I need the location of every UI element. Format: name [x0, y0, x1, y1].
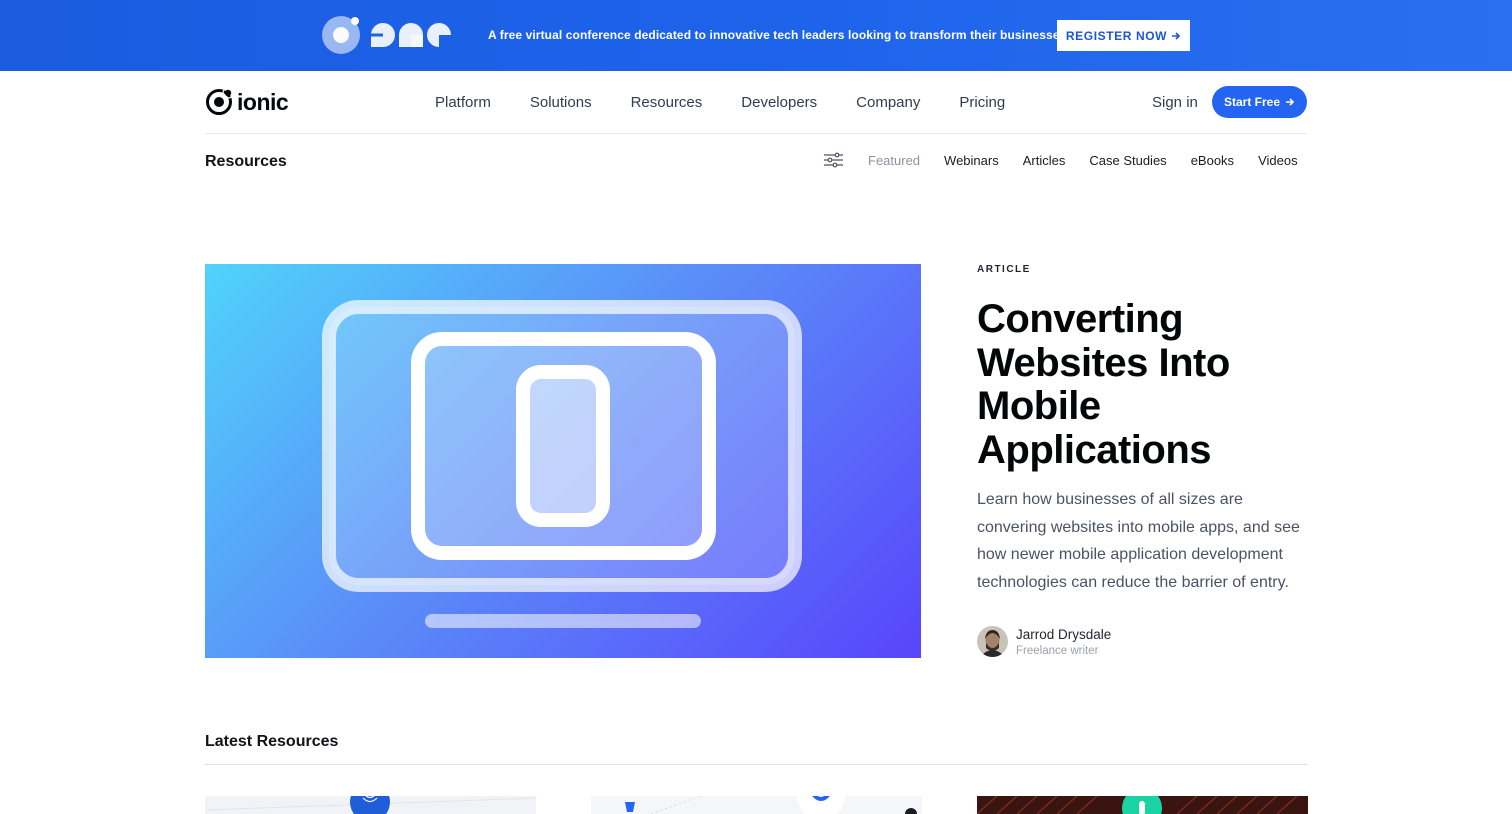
register-now-button[interactable]: REGISTER NOW	[1057, 20, 1190, 51]
arrow-right-icon	[1172, 31, 1181, 40]
sliders-icon[interactable]	[824, 152, 843, 168]
filter-videos[interactable]: Videos	[1258, 153, 1298, 168]
nav-link-pricing[interactable]: Pricing	[959, 94, 1005, 111]
nav-link-resources[interactable]: Resources	[631, 94, 703, 111]
resource-card[interactable]	[977, 796, 1308, 814]
resource-card[interactable]	[591, 796, 922, 814]
latest-resources-title: Latest Resources	[205, 733, 339, 750]
main-nav: ionic Platform Solutions Resources Devel…	[205, 71, 1307, 134]
register-now-label: REGISTER NOW	[1065, 28, 1168, 43]
author-role: Freelance writer	[1016, 645, 1099, 657]
conference-logo-icon	[322, 16, 451, 54]
nav-link-solutions[interactable]: Solutions	[530, 94, 592, 111]
logo-text: ionic	[237, 88, 289, 115]
divider	[205, 764, 1307, 765]
nav-links: Platform Solutions Resources Developers …	[435, 94, 1044, 111]
ionic-logo[interactable]: ionic	[205, 88, 289, 116]
card-thumbnail-icon	[625, 796, 917, 814]
start-free-button[interactable]: Start Free	[1212, 86, 1307, 118]
ionic-logo-icon	[206, 88, 233, 115]
hero-description: Learn how businesses of all sizes are co…	[977, 491, 1300, 591]
resource-filters: Featured Webinars Articles Case Studies …	[868, 153, 1298, 168]
hero-kicker: ARTICLE	[977, 264, 1031, 275]
resource-card[interactable]	[205, 796, 536, 814]
start-free-label: Start Free	[1223, 95, 1281, 109]
arrow-right-icon	[1286, 98, 1295, 106]
banner-text: A free virtual conference dedicated to i…	[488, 28, 1070, 42]
author-name: Jarrod Drysdale	[1016, 627, 1112, 642]
hero-image[interactable]	[205, 264, 921, 658]
monitor-tablet-phone-icon	[322, 300, 802, 628]
nav-link-developers[interactable]: Developers	[741, 94, 817, 111]
sign-in-link[interactable]: Sign in	[1152, 94, 1198, 111]
card-thumbnail-icon	[205, 796, 536, 814]
filter-articles[interactable]: Articles	[1023, 153, 1066, 168]
card-thumbnail-icon	[977, 796, 1298, 814]
filter-ebooks[interactable]: eBooks	[1191, 153, 1234, 168]
promo-banner: A free virtual conference dedicated to i…	[0, 0, 1512, 71]
filter-webinars[interactable]: Webinars	[944, 153, 999, 168]
author-avatar-icon	[977, 626, 1008, 657]
filter-featured[interactable]: Featured	[868, 153, 920, 168]
hero-title[interactable]: Converting Websites Into Mobile Applicat…	[977, 297, 1297, 472]
nav-link-platform[interactable]: Platform	[435, 94, 491, 111]
section-title: Resources	[205, 153, 287, 170]
filter-case-studies[interactable]: Case Studies	[1089, 153, 1166, 168]
nav-link-company[interactable]: Company	[856, 94, 920, 111]
avatar	[977, 626, 1008, 657]
